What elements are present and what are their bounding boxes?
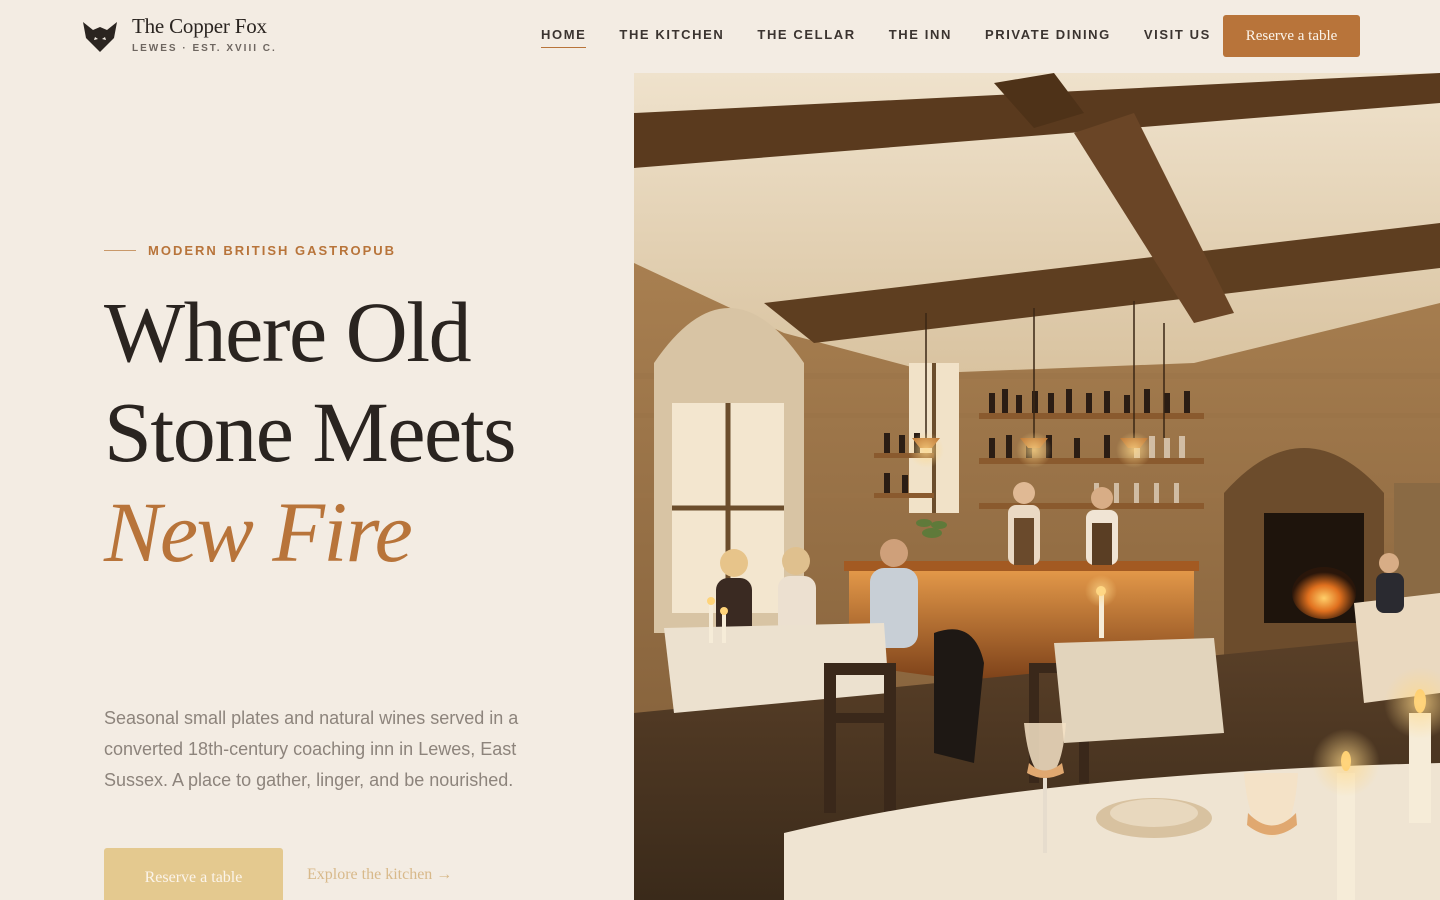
- brand-subtitle: LEWES · EST. XVIII C.: [132, 43, 277, 54]
- dining-room-illustration: [634, 73, 1440, 900]
- nav-home[interactable]: HOME: [541, 27, 587, 48]
- hero-eyebrow: MODERN BRITISH GASTROPUB: [104, 243, 396, 258]
- headline-accent: New Fire: [104, 484, 413, 580]
- reserve-table-button[interactable]: Reserve a table: [104, 848, 283, 900]
- headline-plain: Where Old Stone Meets: [104, 284, 517, 480]
- eyebrow-text: MODERN BRITISH GASTROPUB: [148, 243, 397, 258]
- nav-the-cellar[interactable]: THE CELLAR: [757, 27, 855, 48]
- brand-name: The Copper Fox: [132, 14, 267, 38]
- hero-image-dining-room: [634, 73, 1440, 900]
- nav-the-inn[interactable]: THE INN: [889, 27, 952, 48]
- nav-the-kitchen[interactable]: THE KITCHEN: [619, 27, 724, 48]
- reserve-table-button-header[interactable]: Reserve a table: [1223, 15, 1360, 57]
- hero-headline: Where Old Stone Meets New Fire: [104, 282, 604, 582]
- site-header: The Copper Fox LEWES · EST. XVIII C. HOM…: [0, 0, 1440, 73]
- eyebrow-divider: [104, 250, 136, 251]
- fox-head-icon: [83, 22, 117, 52]
- hero-description: Seasonal small plates and natural wines …: [104, 708, 519, 790]
- nav-visit-us[interactable]: VISIT US: [1144, 27, 1211, 48]
- main-nav: HOME THE KITCHEN THE CELLAR THE INN PRIV…: [541, 27, 1244, 48]
- brand-logo[interactable]: The Copper Fox LEWES · EST. XVIII C.: [82, 14, 277, 54]
- nav-private-dining[interactable]: PRIVATE DINING: [985, 27, 1111, 48]
- explore-kitchen-link[interactable]: Explore the kitchen →: [307, 866, 452, 884]
